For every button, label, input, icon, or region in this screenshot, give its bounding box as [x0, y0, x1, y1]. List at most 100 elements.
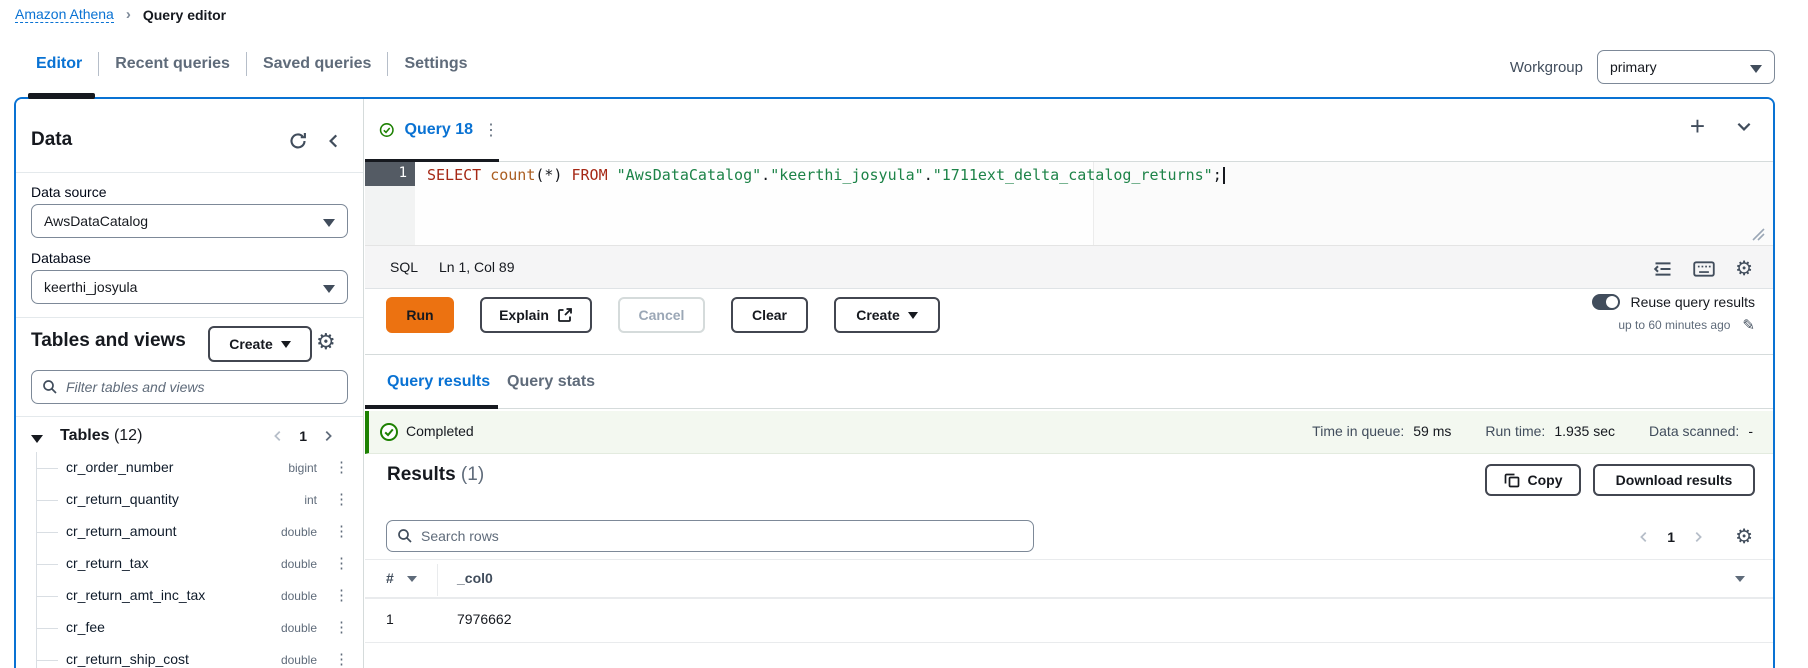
column-menu-icon[interactable]: ⋮ — [334, 458, 349, 476]
expand-collapse-icon[interactable] — [31, 435, 43, 443]
copy-button[interactable]: Copy — [1485, 464, 1581, 496]
tables-group-row: Tables (12) 1 — [16, 426, 363, 452]
tab-list-chevron-icon[interactable] — [1735, 117, 1753, 135]
tab-query-results[interactable]: Query results — [387, 373, 490, 391]
collapse-panel-icon[interactable] — [322, 129, 346, 153]
cancel-button[interactable]: Cancel — [618, 297, 705, 333]
format-query-icon[interactable] — [1653, 259, 1673, 279]
query-tab-menu-icon[interactable]: ⋮ — [483, 120, 499, 140]
column-name[interactable]: cr_order_number — [66, 459, 173, 475]
tree-guide-line — [36, 468, 58, 469]
tab-saved-queries[interactable]: Saved queries — [247, 55, 388, 73]
results-word: Results — [387, 464, 456, 485]
tab-editor[interactable]: Editor — [20, 55, 98, 73]
run-button[interactable]: Run — [386, 297, 454, 333]
column-header-index[interactable]: # — [386, 570, 394, 586]
clear-button[interactable]: Clear — [731, 297, 808, 333]
sql-token: count — [490, 166, 535, 184]
tree-guide-line — [36, 596, 58, 597]
column-name[interactable]: cr_fee — [66, 619, 105, 635]
tab-recent-queries[interactable]: Recent queries — [99, 55, 246, 73]
column-name[interactable]: cr_return_amount — [66, 523, 177, 539]
tab-settings[interactable]: Settings — [388, 55, 483, 73]
stat-pair: Time in queue:59 ms — [1312, 423, 1451, 439]
sql-token: "keerthi_josyula" — [770, 166, 924, 184]
run-label: Run — [406, 307, 433, 323]
text-cursor — [1223, 167, 1225, 184]
workgroup-label: Workgroup — [1510, 59, 1583, 76]
cursor-position: Ln 1, Col 89 — [439, 259, 515, 275]
filter-tables-input[interactable] — [66, 379, 337, 395]
column-sort-caret-icon[interactable] — [407, 576, 417, 582]
search-icon — [397, 528, 413, 544]
reuse-duration-text: up to 60 minutes ago — [1618, 318, 1730, 332]
breadcrumb-current: Query editor — [143, 7, 226, 23]
column-type: double — [281, 589, 317, 603]
query-tab[interactable]: Query 18 ⋮ — [365, 99, 499, 161]
column-name[interactable]: cr_return_ship_cost — [66, 651, 189, 667]
cancel-label: Cancel — [639, 307, 685, 323]
status-badge: Completed — [406, 423, 474, 439]
keyboard-shortcuts-icon[interactable] — [1693, 259, 1715, 279]
column-name[interactable]: cr_return_amt_inc_tax — [66, 587, 205, 603]
column-menu-icon[interactable]: ⋮ — [334, 618, 349, 636]
next-page-icon[interactable] — [321, 429, 335, 443]
toggle-knob — [1606, 296, 1618, 308]
column-header-col0[interactable]: _col0 — [457, 570, 493, 586]
results-settings-gear-icon[interactable]: ⚙ — [1735, 524, 1753, 549]
table-column-row: cr_return_quantityint⋮ — [16, 484, 363, 516]
breadcrumb-link-athena[interactable]: Amazon Athena — [15, 6, 114, 23]
prev-page-icon[interactable] — [1637, 530, 1651, 544]
database-select[interactable]: keerthi_josyula — [31, 270, 348, 304]
prev-page-icon[interactable] — [271, 429, 285, 443]
download-label: Download results — [1616, 472, 1733, 488]
table-column-row: cr_return_taxdouble⋮ — [16, 548, 363, 580]
tables-and-views-title: Tables and views — [31, 330, 186, 352]
refresh-icon[interactable] — [286, 129, 310, 153]
column-menu-icon[interactable]: ⋮ — [334, 586, 349, 604]
chevron-down-icon — [281, 341, 291, 348]
search-rows-input[interactable] — [421, 528, 1023, 544]
data-source-label: Data source — [31, 184, 106, 200]
clear-label: Clear — [752, 307, 787, 323]
edit-pencil-icon[interactable]: ✎ — [1742, 316, 1755, 334]
sql-code-line[interactable]: SELECT count(*) FROM "AwsDataCatalog"."k… — [427, 164, 1225, 186]
column-filter-caret-icon[interactable] — [1735, 576, 1745, 582]
workgroup-select[interactable]: primary — [1597, 50, 1775, 84]
line-number: 1 — [365, 162, 415, 186]
column-menu-icon[interactable]: ⋮ — [334, 650, 349, 668]
editor-settings-gear-icon[interactable]: ⚙ — [1735, 256, 1753, 281]
column-name[interactable]: cr_return_quantity — [66, 491, 179, 507]
results-title: Results (1) — [387, 464, 484, 486]
chevron-down-icon — [1750, 65, 1762, 73]
download-results-button[interactable]: Download results — [1593, 464, 1755, 496]
page-number[interactable]: 1 — [299, 428, 307, 444]
reuse-results-control: Reuse query results up to 60 minutes ago… — [1592, 294, 1755, 334]
language-indicator: SQL — [390, 259, 418, 275]
column-menu-icon[interactable]: ⋮ — [334, 490, 349, 508]
column-menu-icon[interactable]: ⋮ — [334, 522, 349, 540]
results-count: (1) — [461, 464, 484, 485]
create-button[interactable]: Create — [208, 326, 312, 362]
stat-label: Time in queue: — [1312, 423, 1404, 439]
divider — [16, 172, 363, 173]
new-tab-plus-icon[interactable]: + — [1690, 115, 1705, 137]
page-number[interactable]: 1 — [1667, 529, 1675, 545]
column-menu-icon[interactable]: ⋮ — [334, 554, 349, 572]
sql-editor[interactable]: 1 SELECT count(*) FROM "AwsDataCatalog".… — [365, 162, 1773, 245]
reuse-results-toggle[interactable] — [1592, 294, 1620, 310]
tab-query-stats[interactable]: Query stats — [507, 373, 595, 391]
breadcrumb: Amazon Athena › Query editor — [15, 6, 226, 23]
data-source-select[interactable]: AwsDataCatalog — [31, 204, 348, 238]
column-name[interactable]: cr_return_tax — [66, 555, 148, 571]
tables-pagination: 1 — [271, 428, 335, 444]
next-page-icon[interactable] — [1691, 530, 1705, 544]
table-column-row: cr_return_amountdouble⋮ — [16, 516, 363, 548]
results-pagination: 1 ⚙ — [1637, 524, 1753, 549]
search-icon — [42, 379, 58, 395]
create-query-button[interactable]: Create — [834, 297, 940, 333]
gear-icon[interactable]: ⚙ — [316, 329, 336, 355]
tables-count: (12) — [114, 427, 142, 444]
editor-resize-handle-icon[interactable] — [1749, 225, 1765, 241]
explain-button[interactable]: Explain — [480, 297, 592, 333]
